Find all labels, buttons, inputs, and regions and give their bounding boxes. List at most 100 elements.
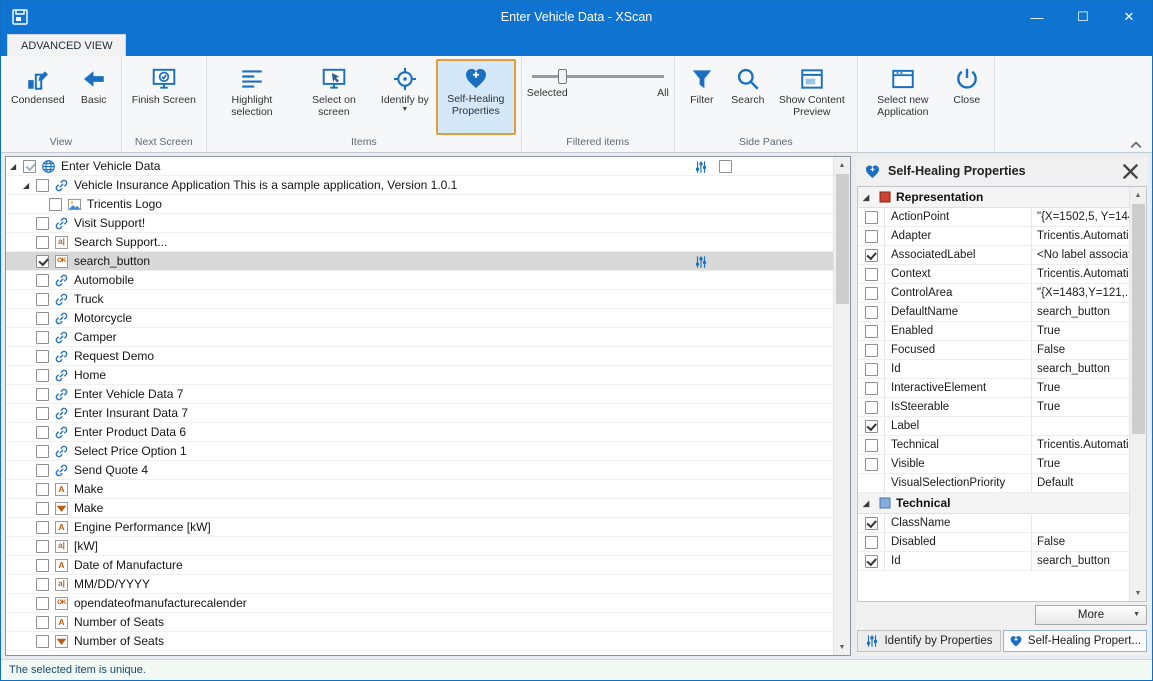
- property-row[interactable]: ActionPoint"{X=1502,5, Y=144...: [858, 208, 1129, 227]
- scrollbar-thumb[interactable]: [1132, 204, 1145, 434]
- property-value[interactable]: False: [1032, 533, 1129, 551]
- tree-item-checkbox[interactable]: [36, 445, 49, 458]
- property-value[interactable]: search_button: [1032, 303, 1129, 321]
- tree-row[interactable]: Truck: [6, 290, 833, 309]
- tree-row[interactable]: Automobile: [6, 271, 833, 290]
- tree-expander[interactable]: ◢: [23, 181, 36, 190]
- property-row[interactable]: EnabledTrue: [858, 322, 1129, 341]
- tree-item-checkbox[interactable]: [36, 255, 49, 268]
- property-checkbox[interactable]: [865, 344, 878, 357]
- finish-screen-button[interactable]: Finish Screen: [127, 59, 201, 135]
- tree-item-checkbox[interactable]: [36, 616, 49, 629]
- tree-item-checkbox[interactable]: [23, 160, 36, 173]
- select-new-application-button[interactable]: Select new Application: [863, 59, 943, 135]
- property-value[interactable]: search_button: [1032, 552, 1129, 570]
- property-section-header[interactable]: ◢Technical: [858, 493, 1129, 514]
- tree-item-checkbox[interactable]: [36, 407, 49, 420]
- search-button[interactable]: Search: [726, 59, 770, 135]
- tab-self-healing-properties[interactable]: Self-Healing Propert...: [1003, 630, 1147, 652]
- property-checkbox[interactable]: [865, 249, 878, 262]
- self-healing-properties-button[interactable]: Self-Healing Properties: [436, 59, 516, 135]
- close-panel-button[interactable]: [1122, 163, 1139, 180]
- more-button[interactable]: More ▼: [1035, 605, 1147, 625]
- tab-advanced-view[interactable]: ADVANCED VIEW: [7, 34, 126, 56]
- property-row[interactable]: InteractiveElementTrue: [858, 379, 1129, 398]
- ribbon-collapse-button[interactable]: [1130, 141, 1142, 149]
- tree-item-checkbox[interactable]: [36, 464, 49, 477]
- tree-row[interactable]: ◢Enter Vehicle Data: [6, 157, 833, 176]
- scroll-up-arrow[interactable]: ▲: [1130, 187, 1146, 203]
- tree-row[interactable]: Make: [6, 499, 833, 518]
- property-row[interactable]: DefaultNamesearch_button: [858, 303, 1129, 322]
- close-xscan-button[interactable]: Close: [945, 59, 989, 135]
- property-value[interactable]: "{X=1502,5, Y=144...: [1032, 208, 1129, 226]
- tree-row[interactable]: a|[kW]: [6, 537, 833, 556]
- tree-row[interactable]: Number of Seats: [6, 632, 833, 651]
- basic-button[interactable]: Basic: [72, 59, 116, 135]
- tree-row[interactable]: a|MM/DD/YYYY: [6, 575, 833, 594]
- property-row[interactable]: AssociatedLabel<No label associate...: [858, 246, 1129, 265]
- tree-item-checkbox[interactable]: [36, 369, 49, 382]
- tree-item-checkbox[interactable]: [49, 198, 62, 211]
- minimize-button[interactable]: —: [1014, 1, 1060, 33]
- tree-row[interactable]: Request Demo: [6, 347, 833, 366]
- show-content-preview-button[interactable]: Show Content Preview: [772, 59, 852, 135]
- tree-row[interactable]: ANumber of Seats: [6, 613, 833, 632]
- slider-thumb[interactable]: [558, 69, 567, 84]
- tree-item-checkbox[interactable]: [36, 483, 49, 496]
- property-value[interactable]: "{X=1483,Y=121,...: [1032, 284, 1129, 302]
- tree-item-checkbox[interactable]: [36, 559, 49, 572]
- tree-row[interactable]: a|Search Support...: [6, 233, 833, 252]
- property-checkbox[interactable]: [865, 458, 878, 471]
- tree-row[interactable]: ADate of Manufacture: [6, 556, 833, 575]
- property-checkbox[interactable]: [865, 211, 878, 224]
- scroll-down-arrow[interactable]: ▼: [1130, 585, 1146, 601]
- tree-row[interactable]: Motorcycle: [6, 309, 833, 328]
- property-value[interactable]: True: [1032, 455, 1129, 473]
- tree-row[interactable]: Tricentis Logo: [6, 195, 833, 214]
- section-expander[interactable]: ◢: [863, 193, 874, 202]
- tree-item-checkbox[interactable]: [36, 502, 49, 515]
- property-checkbox[interactable]: [865, 555, 878, 568]
- tree-row[interactable]: Enter Product Data 6: [6, 423, 833, 442]
- property-row[interactable]: IsSteerableTrue: [858, 398, 1129, 417]
- property-value[interactable]: search_button: [1032, 360, 1129, 378]
- highlight-selection-button[interactable]: Highlight selection: [212, 59, 292, 135]
- property-row[interactable]: Idsearch_button: [858, 360, 1129, 379]
- tree-item-checkbox[interactable]: [36, 540, 49, 553]
- property-section-header[interactable]: ◢Representation: [858, 187, 1129, 208]
- identify-by-button[interactable]: Identify by▼: [376, 59, 434, 135]
- property-row[interactable]: TechnicalTricentis.Automatio...: [858, 436, 1129, 455]
- tree-row[interactable]: OKsearch_button: [6, 252, 833, 271]
- property-checkbox[interactable]: [865, 536, 878, 549]
- tree-scrollbar[interactable]: ▲ ▼: [833, 157, 850, 655]
- tree-row[interactable]: Home: [6, 366, 833, 385]
- property-checkbox[interactable]: [865, 363, 878, 376]
- tree-item-checkbox[interactable]: [36, 388, 49, 401]
- tree-item-checkbox[interactable]: [36, 274, 49, 287]
- tree-item-checkbox[interactable]: [36, 179, 49, 192]
- tree-item-checkbox[interactable]: [36, 635, 49, 648]
- tree-row[interactable]: Enter Insurant Data 7: [6, 404, 833, 423]
- tree-item-checkbox[interactable]: [36, 521, 49, 534]
- property-value[interactable]: [1032, 514, 1129, 532]
- property-value[interactable]: <No label associate...: [1032, 246, 1129, 264]
- property-checkbox[interactable]: [865, 401, 878, 414]
- property-row[interactable]: VisualSelectionPriorityDefault: [858, 474, 1129, 493]
- tree-item-checkbox[interactable]: [36, 426, 49, 439]
- filter-button[interactable]: Filter: [680, 59, 724, 135]
- property-checkbox[interactable]: [865, 268, 878, 281]
- property-row[interactable]: Label: [858, 417, 1129, 436]
- property-row[interactable]: AdapterTricentis.Automatio...: [858, 227, 1129, 246]
- tree-row[interactable]: Select Price Option 1: [6, 442, 833, 461]
- property-value[interactable]: True: [1032, 379, 1129, 397]
- tree-expander[interactable]: ◢: [10, 162, 23, 171]
- property-row[interactable]: DisabledFalse: [858, 533, 1129, 552]
- property-row[interactable]: VisibleTrue: [858, 455, 1129, 474]
- property-row[interactable]: Idsearch_button: [858, 552, 1129, 571]
- tree-item-checkbox[interactable]: [36, 236, 49, 249]
- tree-row[interactable]: Visit Support!: [6, 214, 833, 233]
- sliders-icon[interactable]: [694, 160, 708, 174]
- property-value[interactable]: Tricentis.Automatio...: [1032, 227, 1129, 245]
- maximize-button[interactable]: ☐: [1060, 1, 1106, 33]
